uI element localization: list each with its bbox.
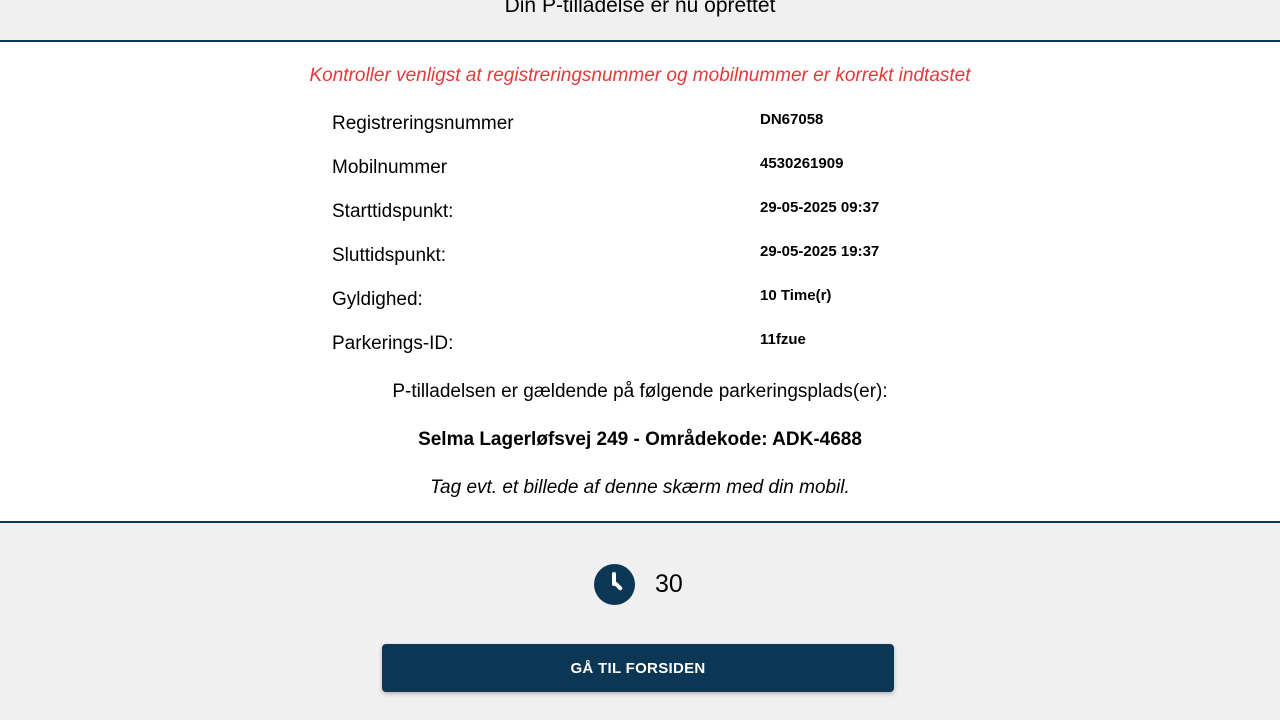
- warning-message: Kontroller venligst at registreringsnumm…: [309, 65, 971, 86]
- detail-label: Sluttidspunkt:: [332, 245, 447, 266]
- detail-value: 29-05-2025 19:37: [760, 243, 880, 260]
- detail-value: 4530261909: [760, 155, 844, 172]
- page-title: Din P-tilladelse er nu oprettet: [504, 0, 776, 17]
- detail-label: Gyldighed:: [332, 289, 423, 310]
- detail-label: Mobilnummer: [332, 157, 448, 178]
- permit-details-panel: Kontroller venligst at registreringsnumm…: [0, 42, 1280, 523]
- detail-row-mobile: Mobilnummer 4530261909: [332, 154, 952, 198]
- parking-location: Selma Lagerløfsvej 249 - Områdekode: ADK…: [418, 429, 862, 450]
- detail-row-start: Starttidspunkt: 29-05-2025 09:37: [332, 198, 952, 242]
- detail-value: 29-05-2025 09:37: [760, 199, 880, 216]
- valid-location-intro: P-tilladelsen er gældende på følgende pa…: [392, 381, 888, 402]
- detail-value: DN67058: [760, 111, 824, 128]
- detail-row-end: Sluttidspunkt: 29-05-2025 19:37: [332, 242, 952, 286]
- detail-row-validity: Gyldighed: 10 Time(r): [332, 286, 952, 330]
- detail-label: Parkerings-ID:: [332, 333, 454, 354]
- detail-label: Registreringsnummer: [332, 113, 514, 134]
- detail-value: 11fzue: [760, 331, 806, 348]
- details-list: Registreringsnummer DN67058 Mobilnummer …: [332, 110, 952, 374]
- detail-value: 10 Time(r): [760, 287, 832, 304]
- go-to-home-button[interactable]: GÅ TIL FORSIDEN: [382, 644, 894, 692]
- detail-row-registration: Registreringsnummer DN67058: [332, 110, 952, 154]
- detail-label: Starttidspunkt:: [332, 201, 454, 222]
- clock-icon: [594, 563, 635, 605]
- redirect-countdown: 30: [594, 563, 683, 605]
- header: Din P-tilladelse er nu oprettet: [0, 0, 1280, 42]
- confirmation-page: Din P-tilladelse er nu oprettet Kontroll…: [0, 0, 1280, 720]
- detail-row-parking-id: Parkerings-ID: 11fzue: [332, 330, 952, 374]
- countdown-value: 30: [655, 570, 683, 598]
- photo-hint: Tag evt. et billede af denne skærm med d…: [430, 477, 850, 498]
